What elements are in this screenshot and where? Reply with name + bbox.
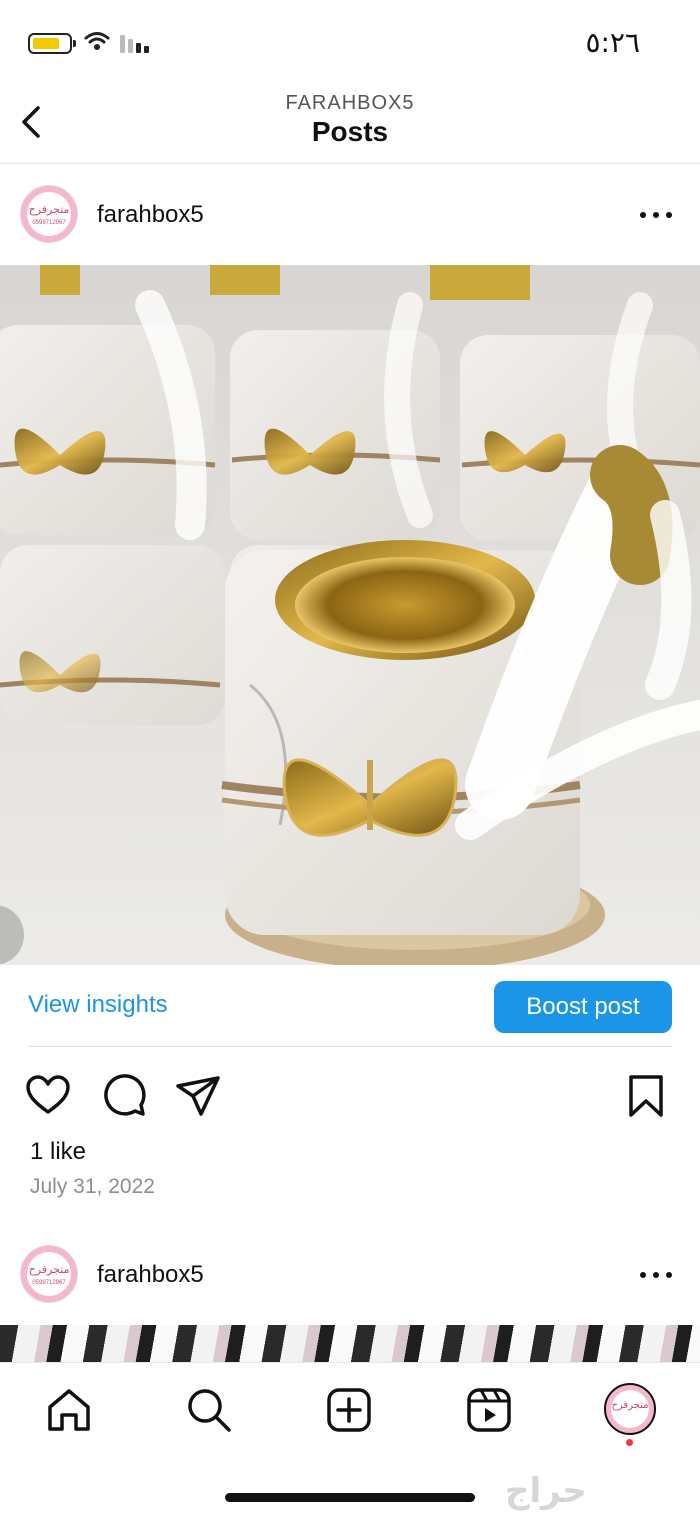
search-icon[interactable] (184, 1385, 234, 1435)
view-insights-link[interactable]: View insights (28, 991, 168, 1019)
post-header: متجرفرح 0599712967 farahbox5 (0, 1225, 700, 1325)
username[interactable]: farahbox5 (97, 1261, 204, 1289)
home-icon[interactable] (44, 1385, 94, 1435)
heart-icon[interactable] (24, 1072, 72, 1120)
avatar[interactable]: متجرفرح 0599712967 (20, 1245, 78, 1303)
post-photo[interactable] (0, 1325, 700, 1362)
boost-post-button[interactable]: Boost post (494, 981, 672, 1033)
status-bar: ٥:٢٦ (0, 0, 700, 80)
share-icon[interactable] (174, 1072, 222, 1120)
like-count[interactable]: 1 like (30, 1138, 86, 1166)
profile-avatar[interactable]: متجرفرح (604, 1383, 656, 1435)
avatar[interactable]: متجرفرح 0599712967 (20, 185, 78, 243)
post-header: متجرفرح 0599712967 farahbox5 (0, 165, 700, 265)
avatar-logo-text: متجرفرح (28, 1263, 70, 1276)
post-photo[interactable] (0, 265, 700, 965)
bookmark-icon[interactable] (622, 1072, 670, 1120)
bottom-nav: متجرفرح حراج (0, 1362, 700, 1516)
more-options-icon[interactable] (640, 1265, 674, 1285)
notification-dot (626, 1439, 633, 1446)
page-title: Posts (311, 116, 389, 147)
divider (28, 1046, 672, 1047)
signal-icon (120, 35, 149, 53)
comment-icon[interactable] (100, 1072, 148, 1120)
battery-icon (28, 33, 76, 54)
post-actions (0, 1060, 700, 1130)
wifi-icon (84, 32, 110, 50)
insights-row: View insights Boost post (0, 965, 700, 1047)
reels-icon[interactable] (464, 1385, 514, 1435)
avatar-logo-sub: 0599712967 (32, 220, 66, 226)
avatar-logo-sub: 0599712967 (32, 1280, 66, 1286)
account-name: FARAHBOX5 (285, 92, 415, 114)
avatar-logo-text: متجرفرح (611, 1400, 649, 1411)
watermark: حراج (505, 1471, 587, 1511)
clock: ٥:٢٦ (585, 26, 640, 59)
avatar-logo-text: متجرفرح (28, 203, 70, 216)
username[interactable]: farahbox5 (97, 201, 204, 229)
create-icon[interactable] (324, 1385, 374, 1435)
post-date: July 31, 2022 (30, 1175, 155, 1198)
more-options-icon[interactable] (640, 205, 674, 225)
home-indicator[interactable] (225, 1493, 475, 1502)
header: FARAHBOX5 Posts (0, 80, 700, 164)
